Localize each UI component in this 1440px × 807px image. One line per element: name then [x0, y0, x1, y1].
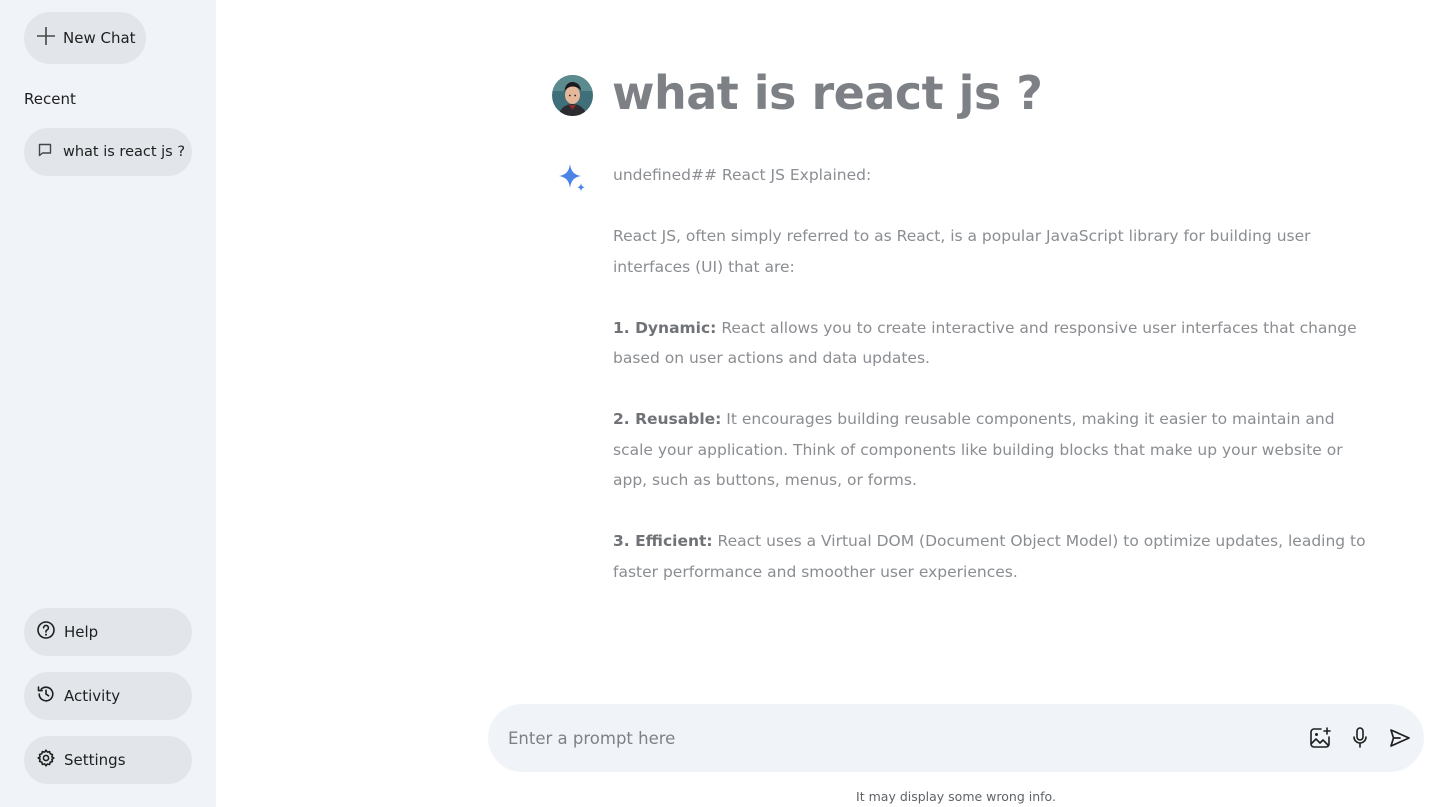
answer-point: 1. Dynamic: React allows you to create i…	[613, 313, 1373, 374]
image-upload-icon[interactable]	[1308, 726, 1332, 754]
user-question: what is react js ?	[612, 66, 1043, 120]
answer-point: 2. Reusable: It encourages building reus…	[613, 404, 1373, 496]
recent-item-label: what is react js ?	[63, 144, 186, 160]
answer-point-text: React uses a Virtual DOM (Document Objec…	[613, 532, 1366, 581]
new-chat-label: New Chat	[63, 29, 136, 47]
new-chat-button[interactable]: New Chat	[24, 12, 146, 64]
gear-icon	[36, 748, 56, 772]
answer-point-title: 1. Dynamic:	[613, 318, 717, 337]
answer-heading: undefined## React JS Explained:	[613, 166, 872, 184]
help-icon	[36, 620, 56, 644]
answer-text: undefined## React JS Explained: React JS…	[613, 160, 1373, 618]
recent-title: Recent	[24, 90, 76, 108]
plus-icon	[36, 26, 56, 50]
message-icon	[37, 142, 53, 162]
answer-point-text: React allows you to create interactive a…	[613, 318, 1357, 368]
activity-label: Activity	[64, 687, 121, 705]
history-icon	[36, 684, 56, 708]
activity-button[interactable]: Activity	[24, 672, 192, 720]
answer-point-title: 3. Efficient:	[613, 532, 713, 550]
prompt-input[interactable]	[508, 704, 1268, 772]
answer-intro: React JS, often simply referred to as Re…	[613, 227, 1311, 276]
settings-button[interactable]: Settings	[24, 736, 192, 784]
answer-point: 3. Efficient: React uses a Virtual DOM (…	[613, 526, 1373, 587]
sidebar: New Chat Recent what is react js ? Help …	[0, 0, 216, 807]
send-icon[interactable]	[1388, 726, 1412, 754]
recent-item[interactable]: what is react js ?	[24, 128, 192, 176]
settings-label: Settings	[64, 751, 126, 769]
microphone-icon[interactable]	[1350, 726, 1370, 754]
answer-point-title: 2. Reusable:	[613, 410, 722, 428]
help-label: Help	[64, 623, 99, 641]
help-button[interactable]: Help	[24, 608, 192, 656]
user-avatar	[552, 75, 593, 116]
gemini-icon	[555, 162, 589, 200]
disclaimer-text: It may display some wrong info.	[856, 789, 1056, 804]
prompt-bar	[488, 704, 1424, 772]
answer-point-text: It encourages building reusable componen…	[613, 410, 1343, 489]
